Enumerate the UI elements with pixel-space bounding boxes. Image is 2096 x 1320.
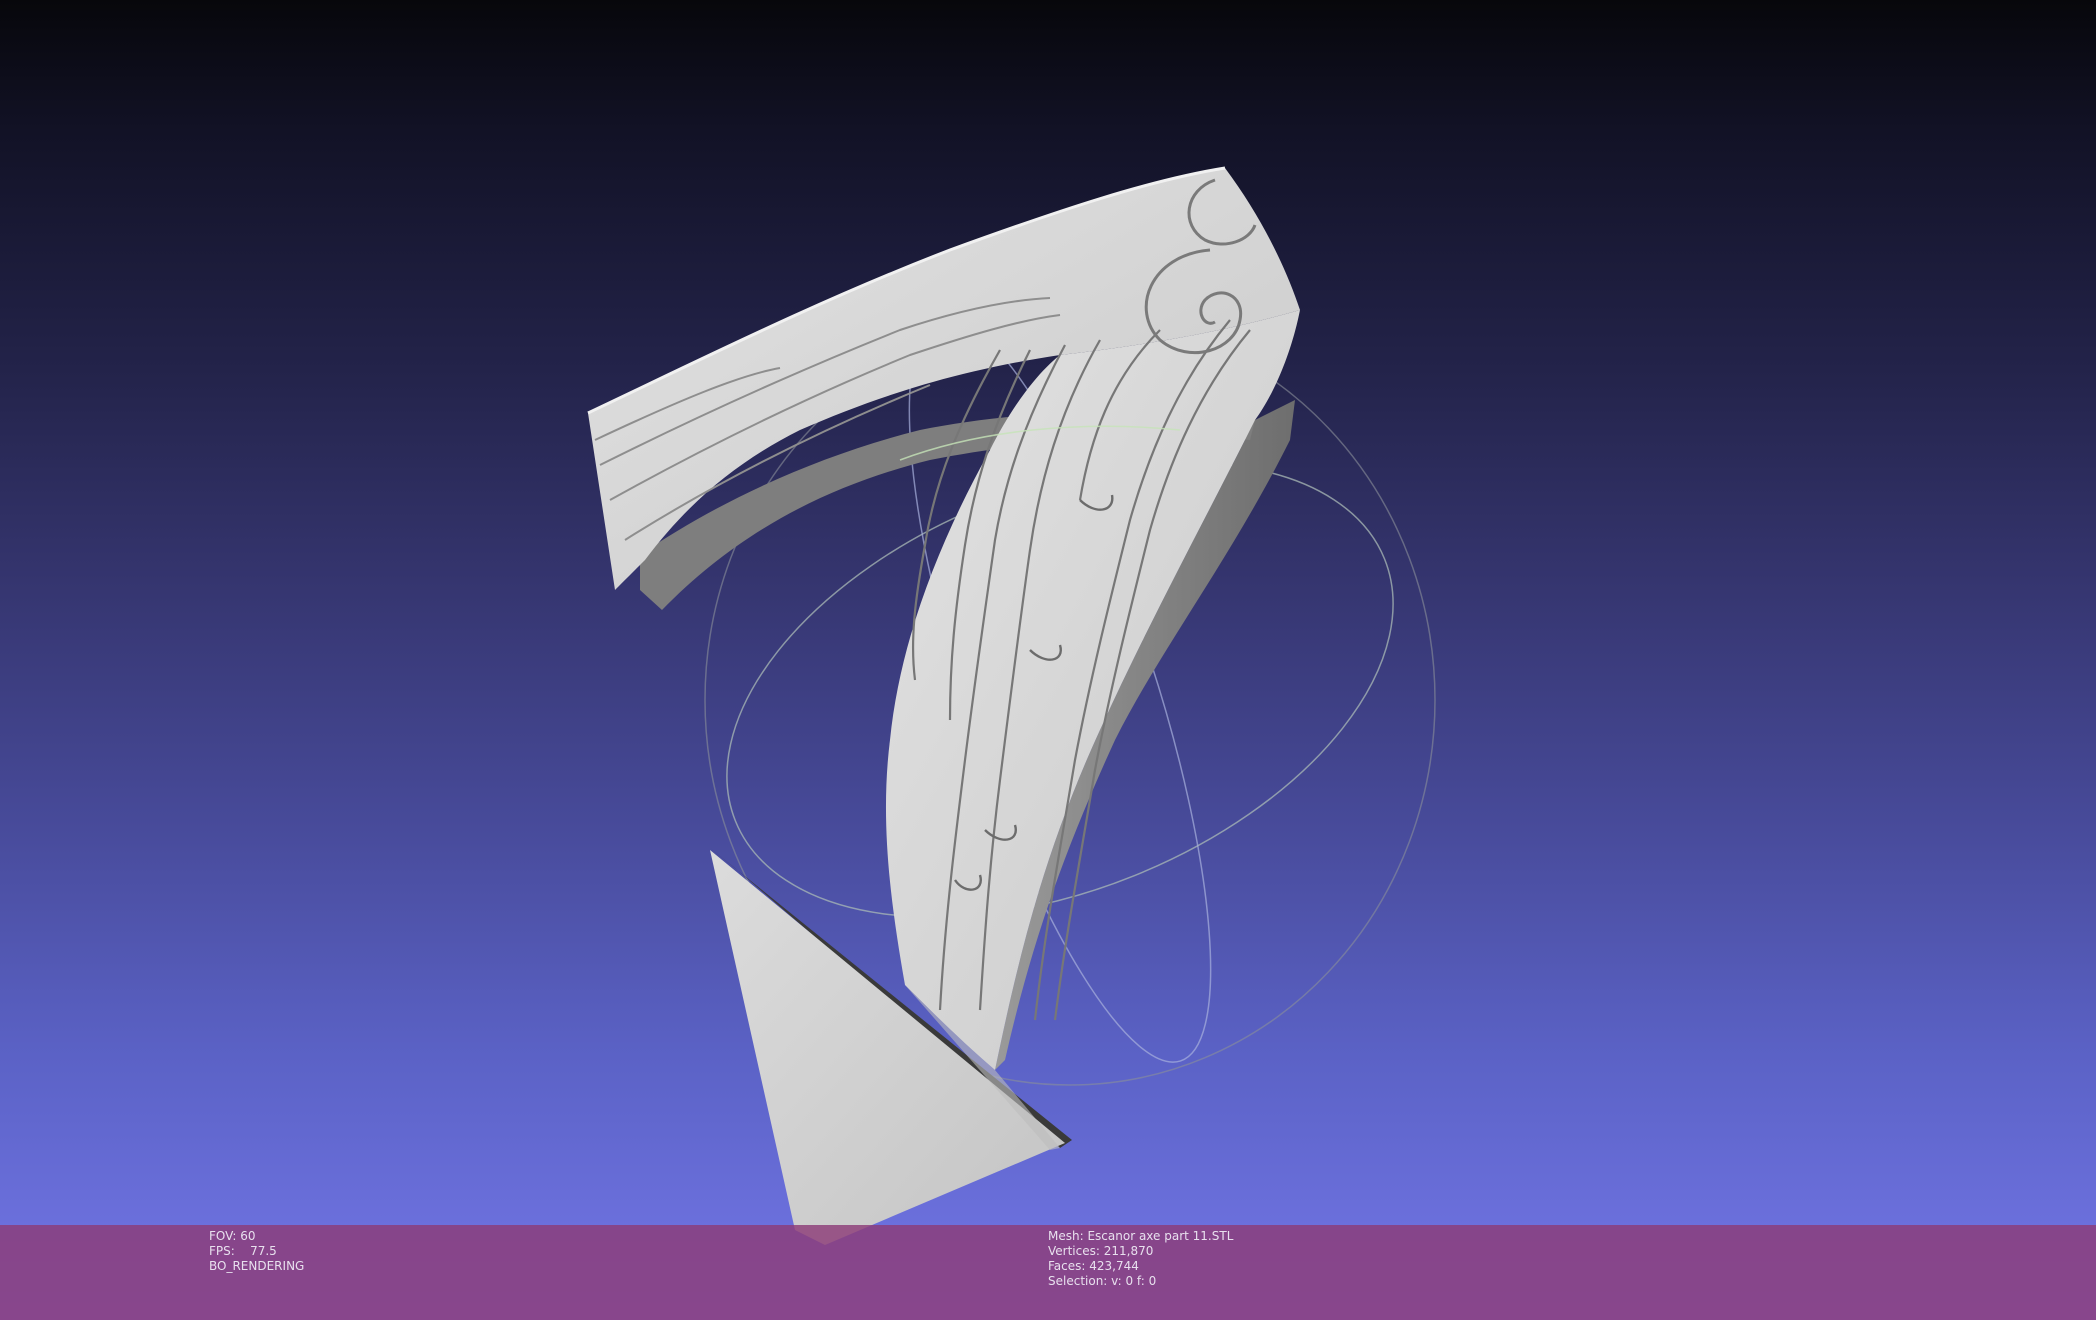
fov-value: 60 <box>240 1229 256 1243</box>
mesh-render[interactable] <box>0 0 2096 1320</box>
selection-label: Selection: <box>1048 1274 1108 1288</box>
3d-viewport[interactable]: FOV: 60 FPS: 77.5 BO_RENDERING Mesh: Esc… <box>0 0 2096 1320</box>
faces-label: Faces: <box>1048 1259 1086 1273</box>
selection-value: v: 0 f: 0 <box>1111 1274 1157 1288</box>
faces-count: 423,744 <box>1089 1259 1139 1273</box>
fps-label: FPS: <box>209 1244 235 1258</box>
vertices-line: Vertices: 211,870 <box>1048 1244 1233 1259</box>
mesh-name: Escanor axe part 11.STL <box>1087 1229 1234 1243</box>
mesh-stats: Mesh: Escanor axe part 11.STL Vertices: … <box>1048 1229 1233 1289</box>
faces-line: Faces: 423,744 <box>1048 1259 1233 1274</box>
render-mode: BO_RENDERING <box>209 1259 305 1273</box>
shaft-face <box>885 310 1300 1070</box>
fps-value: 77.5 <box>250 1244 277 1258</box>
vertices-count: 211,870 <box>1103 1244 1154 1258</box>
fps-line: FPS: 77.5 <box>209 1244 304 1259</box>
selection-line: Selection: v: 0 f: 0 <box>1048 1274 1233 1289</box>
fov-line: FOV: 60 <box>209 1229 304 1244</box>
vertices-label: Vertices: <box>1048 1244 1100 1258</box>
mesh-label: Mesh: <box>1048 1229 1084 1243</box>
fov-label: FOV: <box>209 1229 237 1243</box>
mesh-name-line: Mesh: Escanor axe part 11.STL <box>1048 1229 1233 1244</box>
viewer-stats: FOV: 60 FPS: 77.5 BO_RENDERING <box>209 1229 304 1274</box>
